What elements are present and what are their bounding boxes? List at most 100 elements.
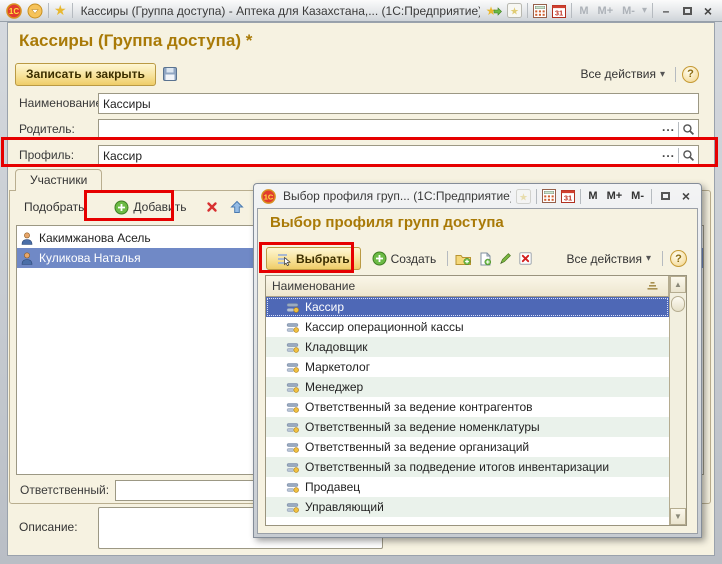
profile-row[interactable]: Ответственный за ведение контрагентов — [266, 397, 669, 417]
memory-add-button[interactable]: M+ — [596, 5, 616, 17]
profile-row[interactable]: Кассир операционной кассы — [266, 317, 669, 337]
parent-input[interactable] — [99, 123, 662, 137]
maximize-button[interactable] — [679, 4, 695, 18]
chevron-down-icon: ▾ — [660, 69, 665, 80]
divider — [580, 189, 581, 204]
divider — [527, 3, 528, 18]
profiles-list: Кассир Кассир операционной кассы — [266, 297, 669, 525]
divider — [651, 189, 652, 204]
maximize-button[interactable] — [657, 189, 673, 203]
profile-field-label: Профиль: — [19, 148, 74, 162]
memory-subtract-button[interactable]: M- — [629, 190, 646, 202]
close-button[interactable]: × — [700, 3, 716, 19]
profile-icon — [286, 462, 299, 473]
close-button[interactable]: × — [678, 188, 694, 204]
help-button[interactable]: ? — [682, 66, 699, 83]
person-icon — [21, 252, 33, 265]
divider — [48, 3, 49, 18]
divider — [72, 3, 73, 18]
add-to-favorites-icon[interactable]: ★ — [485, 3, 502, 18]
choose-button[interactable]: ... — [662, 123, 675, 136]
scroll-up-icon[interactable]: ▲ — [670, 276, 686, 293]
profile-icon — [286, 502, 299, 513]
svg-text:★: ★ — [519, 192, 528, 203]
profile-icon — [286, 382, 299, 393]
scrollbar-thumb[interactable] — [671, 296, 685, 312]
profile-row[interactable]: Ответственный за ведение номенклатуры — [266, 417, 669, 437]
calendar-icon[interactable]: 31 — [552, 4, 566, 18]
favorites-star-icon[interactable]: ★ — [54, 2, 67, 19]
scroll-down-icon[interactable]: ▼ — [670, 508, 686, 525]
pick-button[interactable]: Подобрать — [20, 198, 88, 216]
main-menu-button[interactable] — [27, 3, 43, 19]
main-window: 1С ★ Кассиры (Группа доступа) - Аптека д… — [0, 0, 722, 564]
chevron-down-icon: ▾ — [646, 253, 651, 264]
show-favorites-icon[interactable]: ★ — [516, 189, 531, 204]
profile-name: Управляющий — [305, 500, 384, 514]
profile-name: Ответственный за ведение организаций — [305, 440, 529, 454]
minimize-button[interactable]: – — [658, 4, 674, 18]
edit-pencil-icon[interactable] — [499, 252, 512, 265]
profile-name: Ответственный за ведение контрагентов — [305, 400, 533, 414]
profile-icon — [286, 422, 299, 433]
svg-text:31: 31 — [555, 8, 563, 17]
profile-name: Маркетолог — [305, 360, 370, 374]
calculator-icon[interactable] — [533, 4, 547, 18]
dialog-body: Выбор профиля групп доступа Выбрать Созд… — [257, 208, 698, 534]
memory-add-button[interactable]: M+ — [605, 190, 625, 202]
page-title: Кассиры (Группа доступа) * — [19, 31, 252, 51]
name-input[interactable] — [99, 97, 698, 111]
parent-field-label: Родитель: — [19, 122, 75, 136]
participant-name: Куликова Наталья — [39, 251, 141, 265]
profile-row[interactable]: Продавец — [266, 477, 669, 497]
delete-item-icon[interactable] — [519, 252, 532, 265]
vertical-scrollbar[interactable]: ▲ ▼ — [669, 276, 686, 525]
memory-store-button[interactable]: M — [586, 190, 599, 202]
save-and-close-button[interactable]: Записать и закрыть — [15, 63, 156, 86]
dialog-title: Выбор профиля груп... (1С:Предприятие) — [281, 189, 511, 203]
profile-row[interactable]: Ответственный за ведение организаций — [266, 437, 669, 457]
profile-name: Ответственный за подведение итогов инвен… — [305, 460, 609, 474]
parent-field-row: Родитель: ... — [8, 119, 714, 140]
table-header[interactable]: Наименование — [266, 276, 669, 297]
main-titlebar: 1С ★ Кассиры (Группа доступа) - Аптека д… — [0, 0, 722, 22]
copy-item-icon[interactable] — [479, 252, 492, 266]
select-from-list-icon — [277, 252, 291, 266]
memory-subtract-button[interactable]: M- — [620, 5, 637, 17]
all-actions-button[interactable]: Все действия▾ — [577, 65, 670, 83]
profile-icon — [286, 302, 299, 313]
profile-row[interactable]: Менеджер — [266, 377, 669, 397]
profile-row[interactable]: Управляющий — [266, 497, 669, 517]
profile-icon — [286, 442, 299, 453]
profile-row[interactable]: Кладовщик — [266, 337, 669, 357]
move-up-icon[interactable] — [230, 200, 244, 214]
chevron-down-icon[interactable]: ▾ — [642, 5, 647, 16]
delete-icon[interactable] — [206, 201, 218, 213]
search-icon[interactable] — [682, 123, 695, 136]
svg-text:★: ★ — [510, 7, 519, 18]
help-button[interactable]: ? — [670, 250, 687, 267]
save-icon[interactable] — [162, 66, 178, 82]
profile-icon — [286, 342, 299, 353]
search-icon[interactable] — [682, 149, 695, 162]
choose-button[interactable]: ... — [662, 149, 675, 162]
profile-input[interactable] — [99, 149, 662, 163]
tab-participants[interactable]: Участники — [15, 169, 102, 191]
sort-icon[interactable] — [646, 281, 659, 291]
calendar-icon[interactable]: 31 — [561, 189, 575, 203]
select-button[interactable]: Выбрать — [266, 247, 361, 270]
all-actions-button[interactable]: Все действия▾ — [563, 250, 656, 268]
add-button[interactable]: Добавить — [110, 198, 190, 217]
show-favorites-icon[interactable]: ★ — [507, 3, 522, 18]
profile-row[interactable]: Маркетолог — [266, 357, 669, 377]
create-button[interactable]: Создать — [368, 249, 441, 268]
divider — [678, 122, 679, 137]
profile-icon — [286, 402, 299, 413]
calculator-icon[interactable] — [542, 189, 556, 203]
form-command-bar: Записать и закрыть Все действия▾ ? — [8, 61, 714, 87]
profile-row[interactable]: Ответственный за подведение итогов инвен… — [266, 457, 669, 477]
profile-row[interactable]: Кассир — [266, 297, 669, 317]
person-icon — [21, 232, 33, 245]
memory-store-button[interactable]: M — [577, 5, 590, 17]
create-group-icon[interactable] — [455, 252, 472, 266]
